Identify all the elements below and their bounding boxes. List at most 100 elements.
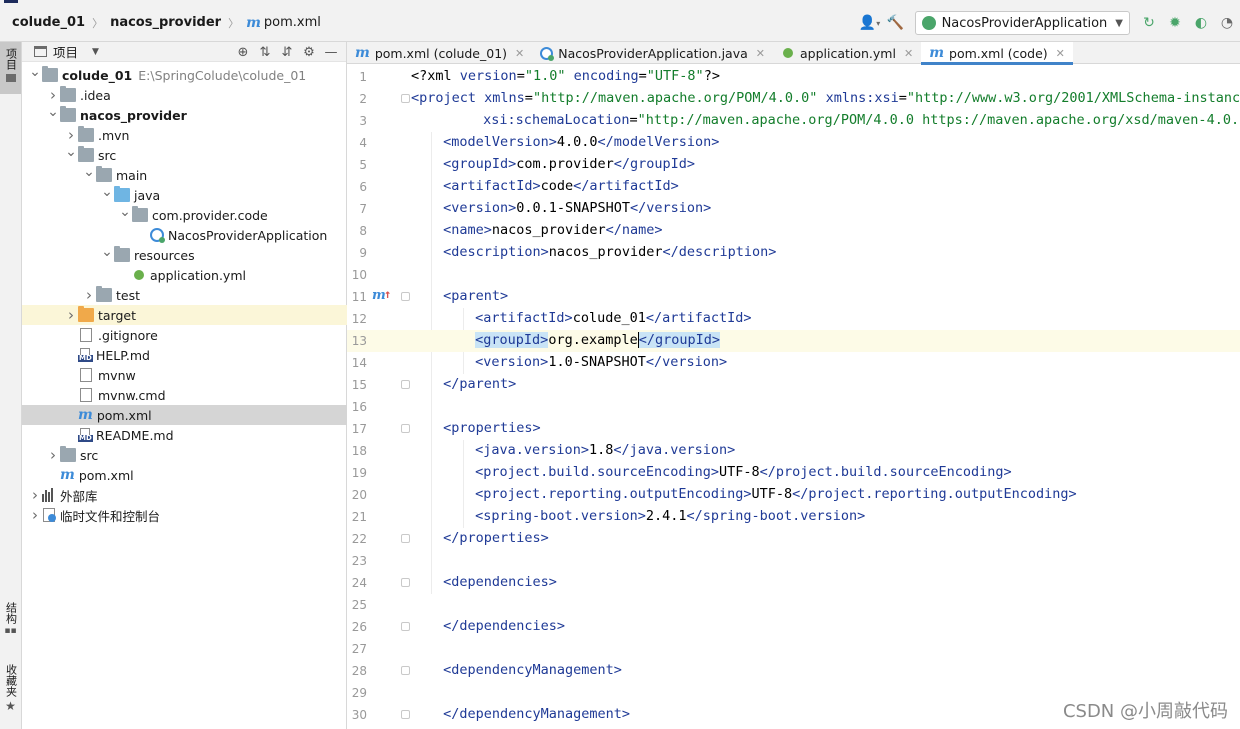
tree-row[interactable]: › 临时文件和控制台 [22,505,347,525]
collapse-all-icon[interactable]: ⇵ [276,45,298,60]
rerun-icon[interactable]: ↻ [1138,12,1160,34]
code-line[interactable]: 28 <dependencyManagement> [347,660,1240,682]
run-with-coverage-icon[interactable]: ◐ [1190,12,1212,34]
tool-window-project[interactable]: 项目 [0,42,21,94]
code-line[interactable]: 20 <project.reporting.outputEncoding>UTF-… [347,484,1240,506]
code-line[interactable]: 15 </parent> [347,374,1240,396]
chevron-down-icon[interactable]: ⌄ [100,184,114,200]
code-line[interactable]: 26 </dependencies> [347,616,1240,638]
breadcrumb-item-project[interactable]: colude_01 [12,15,85,30]
chevron-down-icon[interactable]: ⌄ [46,104,60,120]
tree-row[interactable]: ⌄ main [22,164,347,185]
chevron-down-icon[interactable]: ⌄ [82,164,96,180]
close-icon[interactable]: ✕ [904,47,913,60]
fold-toggle-icon[interactable] [401,578,410,587]
tree-row[interactable]: › target [22,305,347,325]
tree-row[interactable]: NacosProviderApplication [22,225,347,245]
tree-row[interactable]: m pom.xml [22,405,347,425]
tree-row[interactable]: ⌄ nacos_provider [22,104,347,125]
code-line[interactable]: 16 [347,396,1240,418]
code-line[interactable]: 25 [347,594,1240,616]
tree-row[interactable]: ⌄ src [22,144,347,165]
fold-toggle-icon[interactable] [401,534,410,543]
editor-tab[interactable]: application.yml ✕ [773,42,921,64]
code-line[interactable]: 13 <groupId>org.example</groupId> [347,330,1240,352]
code-line[interactable]: 2 <project xmlns="http://maven.apache.org… [347,88,1240,110]
close-icon[interactable]: ✕ [515,47,524,60]
profiler-icon[interactable]: ◔ [1216,12,1238,34]
run-configuration-selector[interactable]: NacosProviderApplication ▼ [914,11,1130,35]
tree-row[interactable]: MD README.md [22,425,347,445]
code-line[interactable]: 7 <version>0.0.1-SNAPSHOT</version> [347,198,1240,220]
breadcrumb-item-file[interactable]: pom.xml [264,15,321,30]
tree-row[interactable]: m pom.xml [22,465,347,485]
code-line[interactable]: 23 [347,550,1240,572]
tool-window-favorites[interactable]: 收藏夹 ★ [0,664,21,720]
tree-row[interactable]: mvnw.cmd [22,385,347,405]
project-panel-title[interactable]: 项目 [53,42,78,61]
chevron-right-icon[interactable]: › [46,86,60,104]
code-line[interactable]: 1 <?xml version="1.0" encoding="UTF-8"?> [347,66,1240,88]
code-line[interactable]: 3 xsi:schemaLocation="http://maven.apache… [347,110,1240,132]
build-hammer-icon[interactable]: 🔨 [885,12,907,34]
chevron-down-icon[interactable]: ⌄ [28,64,42,80]
tool-window-structure[interactable]: 结构 ▪▪ [0,602,21,652]
code-line[interactable]: 19 <project.build.sourceEncoding>UTF-8</p… [347,462,1240,484]
code-line[interactable]: 6 <artifactId>code</artifactId> [347,176,1240,198]
tree-row[interactable]: ⌄ java [22,184,347,205]
breadcrumb-item-module[interactable]: nacos_provider [110,15,221,30]
tree-row[interactable]: › src [22,445,347,465]
tree-row[interactable]: › .idea [22,85,347,105]
tree-row[interactable]: ⌄ resources [22,244,347,265]
fold-toggle-icon[interactable] [401,94,410,103]
code-line[interactable]: 17 <properties> [347,418,1240,440]
code-line[interactable]: 22 </properties> [347,528,1240,550]
tree-row[interactable]: › test [22,285,347,305]
settings-gear-icon[interactable]: ⚙ [298,45,320,60]
code-line[interactable]: 10 [347,264,1240,286]
code-line[interactable]: 9 <description>nacos_provider</descriptio… [347,242,1240,264]
chevron-down-icon[interactable]: ⌄ [118,204,132,220]
hide-panel-icon[interactable]: — [320,45,342,60]
chevron-right-icon[interactable]: › [82,286,96,304]
close-icon[interactable]: ✕ [1056,47,1065,60]
debug-bug-icon[interactable]: ✹ [1164,12,1186,34]
expand-all-icon[interactable]: ⇅ [254,45,276,60]
tree-row[interactable]: application.yml [22,265,347,285]
fold-toggle-icon[interactable] [401,710,410,719]
chevron-right-icon[interactable]: › [46,446,60,464]
code-line[interactable]: 12 <artifactId>colude_01</artifactId> [347,308,1240,330]
code-line[interactable]: 27 [347,638,1240,660]
chevron-down-icon[interactable]: ⌄ [100,244,114,260]
code-line[interactable]: 5 <groupId>com.provider</groupId> [347,154,1240,176]
fold-toggle-icon[interactable] [401,424,410,433]
tree-row[interactable]: .gitignore [22,325,347,345]
code-line[interactable]: 24 <dependencies> [347,572,1240,594]
editor-tab[interactable]: m pom.xml (code) ✕ [921,42,1073,65]
chevron-down-icon[interactable]: ▼ [92,47,99,57]
fold-toggle-icon[interactable] [401,380,410,389]
fold-toggle-icon[interactable] [401,622,410,631]
navigate-up-arrow-icon[interactable]: ↑ [384,287,391,301]
chevron-right-icon[interactable]: › [28,506,42,524]
tree-row[interactable]: ⌄ com.provider.code [22,204,347,225]
code-line[interactable]: 14 <version>1.0-SNAPSHOT</version> [347,352,1240,374]
close-icon[interactable]: ✕ [756,47,765,60]
fold-toggle-icon[interactable] [401,292,410,301]
tree-row[interactable]: ⌄ colude_01 E:\SpringColude\colude_01 [22,64,347,85]
fold-toggle-icon[interactable] [401,666,410,675]
code-line[interactable]: 21 <spring-boot.version>2.4.1</spring-boo… [347,506,1240,528]
code-line[interactable]: 11 m ↑ <parent> [347,286,1240,308]
code-editor[interactable]: 1 <?xml version="1.0" encoding="UTF-8"?> 2… [347,66,1240,729]
editor-tab[interactable]: m pom.xml (colude_01) ✕ [347,42,532,64]
code-line[interactable]: 18 <java.version>1.8</java.version> [347,440,1240,462]
tree-row[interactable]: › .mvn [22,125,347,145]
chevron-right-icon[interactable]: › [64,126,78,144]
chevron-right-icon[interactable]: › [64,306,78,324]
locate-file-icon[interactable]: ⊕ [232,45,254,60]
tree-row[interactable]: › 外部库 [22,485,347,505]
code-line[interactable]: 8 <name>nacos_provider</name> [347,220,1240,242]
code-line[interactable]: 4 <modelVersion>4.0.0</modelVersion> [347,132,1240,154]
tree-row[interactable]: MD HELP.md [22,345,347,365]
tree-row[interactable]: mvnw [22,365,347,385]
